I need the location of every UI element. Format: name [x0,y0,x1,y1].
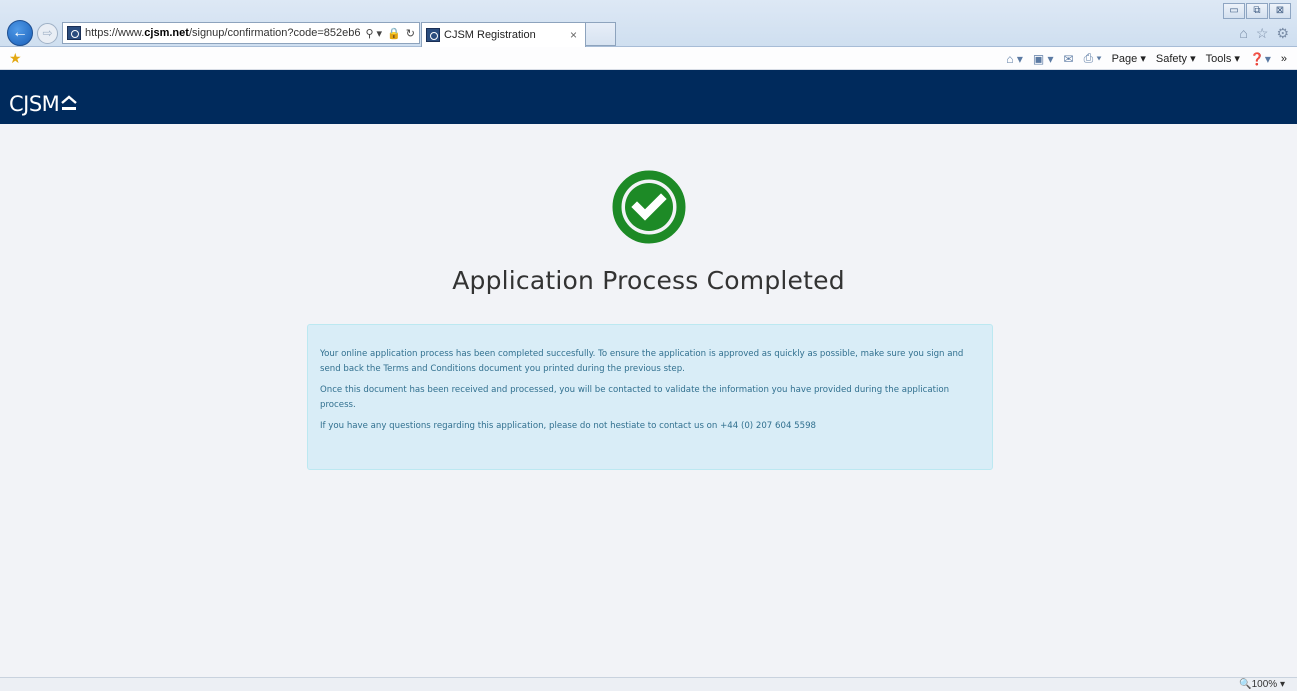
new-tab-button[interactable] [586,22,616,46]
restore-button[interactable]: ⧉ [1246,3,1268,19]
close-window-button[interactable]: ⊠ [1269,3,1291,19]
address-bar[interactable]: https://www.cjsm.net/signup/confirmation… [62,22,420,44]
help-menu-button[interactable]: ❓▾ [1250,52,1271,66]
mail-icon[interactable]: ✉ [1064,52,1074,66]
tab-favicon-icon [426,28,440,42]
lock-icon[interactable]: 🔒 [387,27,401,40]
feeds-menu-button[interactable]: ▣ ▾ [1033,52,1054,66]
info-paragraph-2: Once this document has been received and… [320,385,950,410]
forward-arrow-icon: ⇨ [42,26,53,40]
command-bar: ★ ⌂ ▾ ▣ ▾ ✉ ⎙ ▾ Page ▾ Safety ▾ Tools ▾ … [0,47,1297,70]
safety-menu-button[interactable]: Safety ▾ [1156,52,1196,65]
minimize-button[interactable]: ▭ [1223,3,1245,19]
zoom-level-button[interactable]: 🔍100% ▾ [1239,679,1285,690]
refresh-icon[interactable]: ↻ [406,27,415,40]
address-url[interactable]: https://www.cjsm.net/signup/confirmation… [85,27,361,39]
print-menu-button[interactable]: ⎙ ▾ [1084,51,1102,66]
status-bar: 🔍100% ▾ [0,677,1297,691]
url-prefix: https://www. [85,27,145,39]
house-logo-icon [61,95,78,110]
url-path: /signup/confirmation?code=852eb6da0196· [188,27,362,39]
success-check-icon [612,170,686,244]
tab-title: CJSM Registration [444,29,536,41]
info-paragraph-1: Your online application process has been… [320,349,964,374]
logo-text: CJSM [9,92,60,116]
url-domain: cjsm.net [144,27,189,39]
page-title: Application Process Completed [452,266,845,295]
tools-menu-button[interactable]: Tools ▾ [1206,52,1240,65]
settings-gear-icon[interactable]: ⚙ [1276,25,1289,42]
cjsm-logo[interactable]: CJSM [9,92,78,116]
home-icon[interactable]: ⌂ [1239,25,1247,42]
favorites-star-icon[interactable]: ☆ [1256,25,1269,42]
home-menu-button[interactable]: ⌂ ▾ [1006,52,1023,66]
page-menu-button[interactable]: Page ▾ [1112,52,1146,65]
tab-close-icon[interactable]: × [570,28,577,42]
forward-button[interactable]: ⇨ [37,23,58,44]
confirmation-info-box: Your online application process has been… [307,324,993,470]
back-arrow-icon: ← [12,24,28,41]
site-header [0,70,1297,124]
site-favicon-icon [67,26,81,40]
search-icon[interactable]: ⚲ ▾ [365,27,382,40]
tab-cjsm-registration[interactable]: CJSM Registration × [421,22,586,47]
favorites-bar-star-icon[interactable]: ★ [9,50,22,67]
info-paragraph-3: If you have any questions regarding this… [320,421,817,431]
browser-toolbar: ← ⇨ https://www.cjsm.net/signup/confirma… [0,0,1297,47]
back-button[interactable]: ← [7,20,33,46]
overflow-chevron-icon[interactable]: » [1281,53,1287,65]
